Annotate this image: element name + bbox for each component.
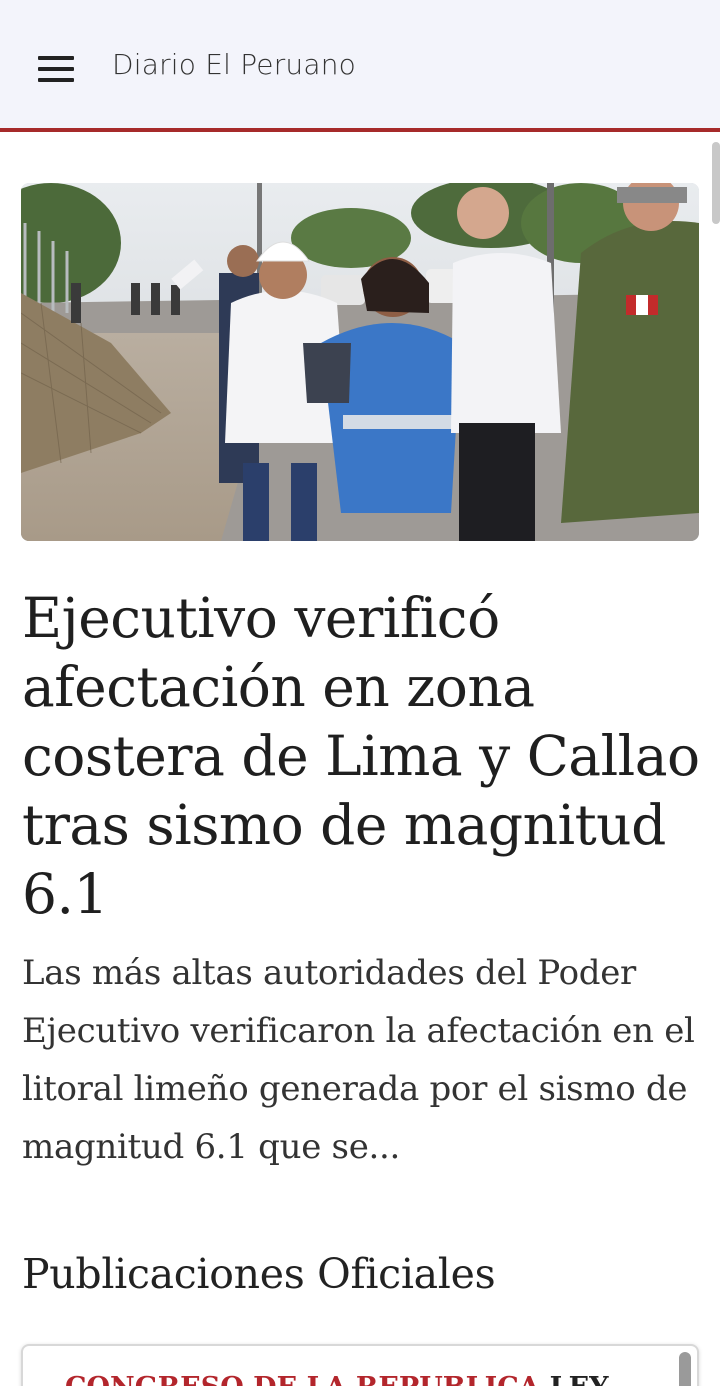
app-title: Diario El Peruano bbox=[112, 48, 356, 81]
article-hero-image[interactable] bbox=[21, 183, 699, 541]
publication-entity: CONGRESO DE LA REPUBLICA bbox=[65, 1372, 540, 1386]
section-title-official-publications: Publicaciones Oficiales bbox=[22, 1250, 496, 1298]
publication-entity-line: CONGRESO DE LA REPUBLICA LEY bbox=[65, 1372, 609, 1386]
article-summary: Las más altas autoridades del Poder Ejec… bbox=[22, 953, 695, 1167]
app-bar: Diario El Peruano bbox=[0, 0, 720, 132]
page-scrollbar[interactable] bbox=[712, 142, 720, 224]
hamburger-menu-icon[interactable] bbox=[38, 56, 74, 82]
publication-type: LEY bbox=[550, 1372, 609, 1386]
article-headline[interactable]: Ejecutivo verificó afectación en zona co… bbox=[22, 584, 702, 929]
card-scrollbar[interactable] bbox=[679, 1352, 691, 1386]
publication-card[interactable]: CONGRESO DE LA REPUBLICA LEY bbox=[21, 1344, 699, 1386]
